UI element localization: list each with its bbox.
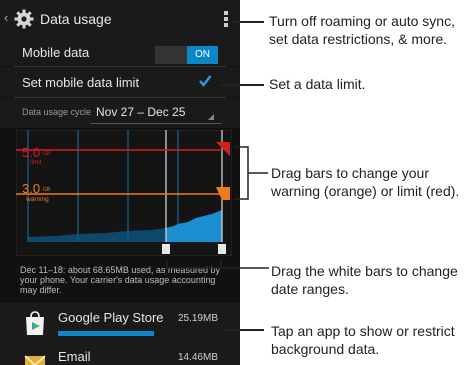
back-caret[interactable]: ‹ [4, 10, 8, 25]
app-row-email[interactable]: Email 14.46MB [0, 343, 240, 365]
set-limit-row[interactable]: Set mobile data limit [0, 67, 240, 97]
app-size: 25.19MB [177, 313, 218, 324]
dropdown-triangle-icon [208, 114, 214, 120]
callout-bracket [166, 260, 269, 269]
limit-value: 5.0 [22, 145, 40, 160]
limit-word: limit [30, 159, 42, 166]
app-usage-bar [58, 331, 154, 336]
toggle-on-label: ON [187, 46, 218, 64]
callout-app: Tap an app to show or restrict backgroun… [271, 323, 455, 357]
app-size: 14.46MB [177, 352, 218, 363]
callout-drag-bars: Drag bars to change your warning (orange… [271, 165, 460, 199]
callout-white-bars: Drag the white bars to change date range… [271, 263, 458, 297]
cycle-row[interactable]: Data usage cycle Nov 27 – Dec 25 [0, 98, 240, 128]
app-name: Google Play Store [58, 310, 164, 325]
app-name: Email [58, 349, 91, 364]
range-end-handle[interactable] [218, 244, 226, 254]
callout-leader [220, 84, 264, 86]
callout-leader [232, 21, 264, 23]
warning-unit: GB [43, 187, 51, 193]
callout-menu: Turn off roaming or auto sync, set data … [269, 13, 455, 47]
mobile-data-row[interactable]: Mobile data ON [0, 38, 240, 66]
usage-chart[interactable]: 5.0 GB limit 3.0 GB warning [16, 130, 232, 256]
mobile-data-label: Mobile data [22, 45, 90, 60]
play-store-icon [26, 311, 44, 335]
app-row-play-store[interactable]: Google Play Store 25.19MB [0, 303, 240, 343]
phone-screen: ‹ Data usage Mobile data ON Set mobile d… [0, 0, 240, 365]
callout-limit: Set a data limit. [269, 76, 366, 92]
gear-icon[interactable] [14, 9, 34, 29]
limit-unit: GB [43, 151, 51, 157]
cycle-dropdown-value[interactable]: Nov 27 – Dec 25 [96, 105, 185, 119]
checkbox-checked-icon[interactable] [198, 74, 212, 88]
callout-bracket [234, 146, 268, 200]
page-title: Data usage [40, 11, 112, 27]
callout-leader [224, 329, 264, 331]
warning-word: warning [25, 196, 49, 203]
overflow-menu-icon[interactable] [224, 11, 228, 27]
action-bar: ‹ Data usage [0, 0, 240, 38]
email-icon [24, 355, 46, 365]
dropdown-underline [90, 123, 222, 124]
cycle-label: Data usage cycle [22, 107, 92, 117]
set-limit-label: Set mobile data limit [22, 75, 140, 90]
warning-value: 3.0 [22, 181, 40, 196]
range-start-handle[interactable] [162, 244, 170, 254]
mobile-data-toggle[interactable]: ON [155, 46, 218, 64]
